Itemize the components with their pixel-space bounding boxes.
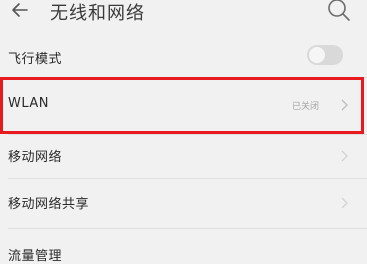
setting-row-partial[interactable]: 流量管理 (0, 228, 367, 264)
partial-row-label: 流量管理 (8, 249, 63, 264)
title-bar: 无线和网络 (0, 0, 367, 30)
toggle-knob (309, 47, 325, 63)
chevron-right-icon (341, 197, 348, 209)
airplane-mode-toggle[interactable] (307, 45, 343, 65)
airplane-mode-label: 飞行模式 (8, 52, 63, 67)
back-arrow-icon[interactable] (10, 0, 30, 20)
chevron-right-icon (341, 150, 348, 162)
page-title: 无线和网络 (50, 3, 145, 24)
tethering-label: 移动网络共享 (8, 197, 90, 212)
setting-row-tethering[interactable]: 移动网络共享 (0, 178, 367, 228)
search-icon[interactable] (326, 0, 352, 23)
wlan-highlight-box (0, 77, 364, 134)
setting-row-mobile-network[interactable]: 移动网络 (0, 134, 367, 178)
mobile-network-label: 移动网络 (8, 150, 63, 165)
